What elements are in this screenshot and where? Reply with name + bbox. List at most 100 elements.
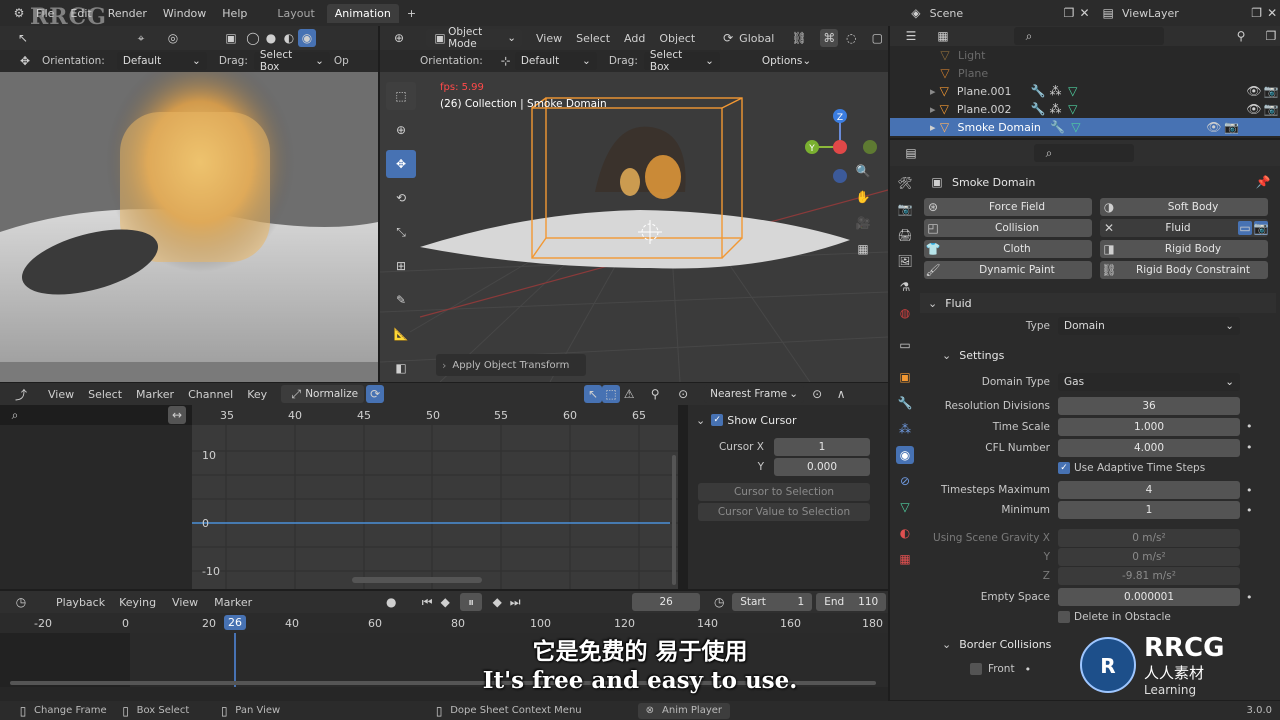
copy-scene-icon[interactable]: ❐ (1061, 4, 1077, 22)
collision-button[interactable]: ◰ Collision (924, 219, 1092, 237)
cloth-button[interactable]: 👕 Cloth (924, 240, 1092, 258)
timeline-type-icon[interactable]: ◷ (12, 593, 30, 611)
add-cube-tool-icon[interactable]: ◧ (386, 354, 416, 382)
outliner-row[interactable]: ▸ ▽ Plane.001 🔧 ⁂ ▽ 👁 📷 (890, 82, 1280, 100)
move-tool-icon[interactable]: ✥ (386, 150, 416, 178)
normalize-toggle[interactable]: ⤢ Normalize (281, 385, 365, 403)
menu-window[interactable]: Window (163, 7, 206, 20)
errors-icon[interactable]: ⚠ (620, 385, 638, 403)
modifier-tab-icon[interactable]: 🔧 (896, 394, 914, 412)
timeline-ruler[interactable]: -20 0 20 40 60 80 100 120 140 160 180 26 (0, 613, 888, 633)
render-camera-icon[interactable]: 📷 (1263, 82, 1280, 100)
scene-name[interactable]: Scene (930, 7, 964, 20)
scale-tool-icon[interactable]: ⤡ (386, 218, 416, 246)
shading-wire-icon[interactable]: ◯ (244, 29, 262, 47)
render-tab-icon[interactable]: 📷 (896, 200, 914, 218)
jump-end-icon[interactable]: ⏭ (506, 593, 524, 611)
blender-logo-icon[interactable]: ⚙ (10, 4, 28, 22)
playhead-label[interactable]: 26 (224, 615, 246, 630)
drag-dropdown-main[interactable]: Select Box ⌄ (643, 49, 720, 73)
end-frame-field[interactable]: End 110 (816, 593, 887, 611)
filter-icon[interactable]: ⚲ (646, 385, 664, 403)
outliner-row[interactable]: ▽ Plane (890, 64, 1280, 82)
anim-player-job[interactable]: ⊗ Anim Player (637, 702, 731, 719)
only-selected-icon[interactable]: ↖ (584, 385, 603, 403)
main-viewport[interactable]: ⊕ ▣ Object Mode ⌄ View Select Add Object ⟳… (380, 26, 888, 382)
zoom-icon[interactable]: 🔍 (854, 162, 872, 180)
outliner-row[interactable]: ▸ ▽ Plane.002 🔧 ⁂ ▽ 👁 📷 (890, 100, 1280, 118)
view-layer-tab-icon[interactable]: 🖼 (896, 252, 914, 270)
new-collection-icon[interactable]: ❐ (1262, 27, 1280, 45)
left-viewport[interactable]: ↖ ⌖ ◎ ▣ ◯ ● ◐ ◉ ✥ Orientation: Default ⌄ … (0, 26, 378, 382)
pause-icon[interactable]: ⏸ (460, 593, 483, 611)
auto-normalize-icon[interactable]: ⟳ (366, 385, 385, 403)
empty-space-field[interactable]: 0.000001 (1058, 588, 1240, 606)
physics-tab-icon[interactable]: ◉ (896, 446, 914, 464)
pivot-point-icon[interactable]: ⊙ (674, 385, 692, 403)
cursor-y-field[interactable]: 0.000 (774, 458, 870, 476)
delete-obstacle-checkbox[interactable] (1058, 611, 1070, 623)
viewport-collapse-icon[interactable]: ▢ (868, 29, 886, 47)
properties-search[interactable]: ⌕ (1034, 144, 1134, 162)
keyframe-dot[interactable]: • (1246, 484, 1253, 497)
graph-menu-channel[interactable]: Channel (188, 388, 233, 401)
cursor-to-selection-button[interactable]: Cursor to Selection (698, 483, 870, 501)
show-hidden-icon[interactable]: ⬚ (602, 385, 621, 403)
cursor-tool-icon[interactable]: ⌖ (132, 29, 150, 47)
search-icon[interactable]: ⌕ (6, 406, 24, 424)
apply-transform-panel[interactable]: › Apply Object Transform (436, 354, 586, 376)
keyframe-dot[interactable]: • (1246, 441, 1253, 454)
tool-tab-icon[interactable]: 🛠 (896, 174, 914, 192)
orientation-dropdown[interactable]: Default ⌄ (116, 52, 207, 70)
proportional-edit-icon[interactable]: ◌ (842, 29, 860, 47)
measure-tool-icon[interactable]: 📐 (386, 320, 416, 348)
cursor-tool-icon-main[interactable]: ⊕ (386, 116, 416, 144)
timeline-menu-playback[interactable]: Playback (56, 596, 105, 609)
current-frame-field[interactable]: 26 (632, 593, 701, 611)
overlay-icon[interactable]: ◎ (164, 29, 182, 47)
menu-help[interactable]: Help (222, 7, 247, 20)
xray-icon[interactable]: ▣ (222, 29, 240, 47)
rigid-body-constraint-button[interactable]: ⛓ Rigid Body Constraint (1100, 261, 1268, 279)
output-tab-icon[interactable]: 🖨 (896, 226, 914, 244)
particles-tab-icon[interactable]: ⁂ (896, 420, 914, 438)
visibility-eye-icon[interactable]: 👁 (1205, 118, 1223, 136)
graph-menu-marker[interactable]: Marker (136, 388, 174, 401)
shading-rendered-icon[interactable]: ◉ (298, 29, 316, 47)
drag-dropdown[interactable]: Select Box ⌄ (253, 49, 330, 73)
transform-tool-icon[interactable]: ⊞ (386, 252, 416, 280)
snapping-dropdown[interactable]: Nearest Frame ⌄ (704, 385, 805, 403)
menu-object[interactable]: Object (659, 32, 695, 45)
select-tool-icon[interactable]: ↖ (14, 29, 32, 47)
snap-icon[interactable]: ⌘ (820, 29, 839, 47)
dynamic-paint-button[interactable]: 🖌 Dynamic Paint (924, 261, 1092, 279)
visibility-eye-icon[interactable]: 👁 (1245, 82, 1262, 100)
transform-orientation[interactable]: Global (739, 32, 774, 45)
menu-select[interactable]: Select (576, 32, 610, 45)
time-scale-field[interactable]: 1.000 (1058, 417, 1240, 436)
soft-body-button[interactable]: ◑ Soft Body (1100, 198, 1268, 216)
close-viewlayer-icon[interactable]: ✕ (1264, 4, 1280, 22)
force-field-button[interactable]: ⊛ Force Field (924, 198, 1092, 216)
shading-material-icon[interactable]: ◐ (280, 29, 298, 47)
data-tab-icon[interactable]: ▽ (896, 498, 914, 516)
falloff-icon[interactable]: ∧ (832, 385, 850, 403)
ortho-grid-icon[interactable]: ▦ (854, 240, 872, 258)
add-workspace-button[interactable]: + (407, 7, 416, 20)
show-cursor-collapse-icon[interactable]: ⌄ (696, 414, 705, 427)
texture-tab-icon[interactable]: ▦ (896, 550, 914, 568)
type-dropdown[interactable]: Domain ⌄ (1058, 317, 1240, 335)
select-box-tool-icon[interactable]: ⬚ (386, 82, 416, 110)
swap-icon[interactable]: ↔ (168, 406, 186, 424)
filter-icon[interactable]: ⚲ (1232, 27, 1250, 45)
pan-hand-icon[interactable]: ✋ (854, 188, 872, 206)
editor-type-icon[interactable]: ⊕ (390, 29, 408, 47)
start-frame-field[interactable]: Start 1 (732, 593, 813, 611)
render-camera-icon[interactable]: 📷 (1223, 118, 1241, 136)
graph-menu-view[interactable]: View (48, 388, 74, 401)
anim-player-close-icon[interactable]: ⊗ (646, 705, 654, 716)
fluid-panel-header[interactable]: ⌄ Fluid (920, 293, 1276, 313)
annotate-tool-icon[interactable]: ✎ (386, 286, 416, 314)
pin-icon[interactable]: 📌 (1254, 173, 1272, 191)
adaptive-checkbox[interactable]: ✓ (1058, 462, 1070, 474)
